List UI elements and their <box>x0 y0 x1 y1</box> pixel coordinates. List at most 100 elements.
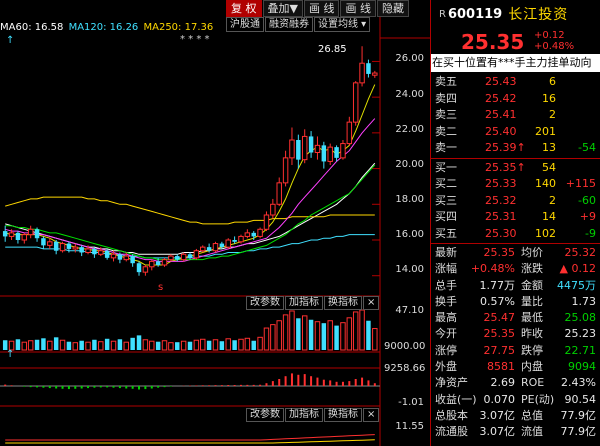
bid-row[interactable]: 买三 25.32 2 -60 <box>431 193 600 210</box>
bid-volume: 2 <box>549 193 556 207</box>
candle-body <box>187 254 193 258</box>
ask-price: 25.43 <box>485 75 517 88</box>
ask-book: 卖五 25.43 6 卖四 25.42 16 卖三 25.41 2 卖二 25.40 201 卖一 25.… <box>431 74 600 157</box>
add-indicator-button[interactable]: 加指标 <box>285 296 323 310</box>
hk-connect-button[interactable]: 沪股通 <box>226 17 264 32</box>
candle-body <box>296 140 301 160</box>
stat-label: 最新 <box>435 246 457 259</box>
candle-body <box>8 232 15 237</box>
candle-body <box>200 246 206 252</box>
arrow-marker-2: ↑ <box>6 349 14 360</box>
stock-name: 长江投资 <box>508 7 569 23</box>
switch-indicator-button-2[interactable]: 换指标 <box>324 408 362 422</box>
ask-label: 卖一 <box>435 141 457 154</box>
stat-value: 25.35 <box>483 246 516 259</box>
volume-axis-label: 47.10 <box>395 305 424 316</box>
candle-body <box>27 228 34 236</box>
volume-bar <box>212 339 219 351</box>
candle-body <box>85 248 91 254</box>
draw-line-button-2[interactable]: 画 线 <box>340 0 376 17</box>
switch-indicator-button[interactable]: 换指标 <box>324 296 362 310</box>
close-panel-button-2[interactable]: × <box>363 408 380 422</box>
candle-body <box>372 72 378 76</box>
candle-body <box>321 145 327 162</box>
change-params-button-2[interactable]: 改参数 <box>246 408 284 422</box>
quote-panel: R 600119 长江投资 25.35 +0.12 +0.48% 在买十位置有*… <box>430 0 600 446</box>
volume-bar <box>225 338 231 351</box>
candle-body <box>263 214 270 230</box>
ma-settings-button[interactable]: 设置均线 ▾ <box>314 17 371 32</box>
ask-label: 卖三 <box>435 108 457 121</box>
ask-row[interactable]: 卖一 25.39↑ 13 -54 <box>431 140 600 157</box>
signal-marker: s <box>158 282 163 293</box>
stat-label: 外盘 <box>435 360 457 374</box>
volume-bar <box>206 340 212 350</box>
ask-volume: 2 <box>549 108 556 121</box>
stat-label: 换手 <box>435 294 457 308</box>
ask-row[interactable]: 卖五 25.43 6 <box>431 74 600 91</box>
bid-row[interactable]: 买二 25.33 140 +115 <box>431 176 600 193</box>
change-params-button[interactable]: 改参数 <box>246 296 284 310</box>
ask-row[interactable]: 卖二 25.40 201 <box>431 124 600 141</box>
bid-label: 买二 <box>435 177 457 190</box>
bid-row[interactable]: 买五 25.30 102 -9 <box>431 226 600 243</box>
kline-chart[interactable]: 26.85 s * * * * ↑ ↑ <box>0 0 430 446</box>
volume-bar <box>142 339 149 351</box>
candle-body <box>308 136 314 153</box>
ask-row[interactable]: 卖四 25.42 16 <box>431 91 600 108</box>
volume-bar <box>110 340 117 351</box>
price-axis-label: 24.00 <box>395 89 424 100</box>
ma-legend: MA60: 16.58 MA120: 16.26 MA250: 17.36 <box>0 21 215 35</box>
candle-body <box>212 243 219 252</box>
stat-value: 25.32 <box>564 246 597 259</box>
kline-chart-area[interactable]: 26.85 s * * * * ↑ ↑ MA60: 16.58 MA120: 1… <box>0 0 430 446</box>
candle-body <box>238 235 244 243</box>
volume-bar <box>47 340 53 351</box>
stat-label: 今开 <box>435 327 457 341</box>
candle-body <box>142 266 149 273</box>
stat-label: 总手 <box>435 278 457 292</box>
candle-body <box>34 229 40 239</box>
stat-label: 最低 <box>521 311 543 325</box>
ticker-banner[interactable]: 在买十位置有***手主力挂单动向 <box>431 54 600 72</box>
volume-bar <box>270 324 276 351</box>
candle-body <box>155 261 161 265</box>
stats-row: 换手 0.57% 量比 1.73 <box>431 294 600 310</box>
price-row: 25.35 +0.12 +0.48% <box>431 28 600 54</box>
candle-body <box>72 246 79 250</box>
stock-header: R 600119 长江投资 <box>431 0 600 28</box>
draw-line-button[interactable]: 画 线 <box>303 0 340 17</box>
ask-row[interactable]: 卖三 25.41 2 <box>431 107 600 124</box>
candle-body <box>136 263 142 273</box>
candle-body <box>244 232 251 237</box>
volume-bar <box>200 338 206 351</box>
overlay-button[interactable]: 叠加▼ <box>262 0 303 17</box>
change-percent: +0.48% <box>534 41 575 52</box>
bid-volume: 102 <box>535 226 556 240</box>
margin-trading-button[interactable]: 融资融券 <box>265 17 313 32</box>
stat-label: 均价 <box>521 246 543 259</box>
candle-body <box>92 248 97 255</box>
close-panel-button[interactable]: × <box>363 296 380 310</box>
candle-body <box>225 239 231 248</box>
stat-label: 跌停 <box>521 343 543 357</box>
bid-price: 25.35↑ <box>485 160 526 174</box>
macd-axis-label: 9258.66 <box>384 363 426 374</box>
ask-volume: 201 <box>535 124 556 138</box>
volume-bar <box>238 338 244 351</box>
bid-row[interactable]: 买四 25.31 14 +9 <box>431 209 600 226</box>
volume-bar <box>85 341 91 351</box>
ask-volume: 16 <box>542 91 556 105</box>
stat-value: 0.070 <box>483 392 516 406</box>
candle-body <box>79 247 84 253</box>
stat-value: 9094 <box>568 360 596 374</box>
add-indicator-button-2[interactable]: 加指标 <box>285 408 323 422</box>
fuquan-button[interactable]: 复 权 <box>226 0 262 17</box>
volume-bar <box>123 341 130 351</box>
bid-row[interactable]: 买一 25.35↑ 54 <box>431 160 600 177</box>
bid-change: -60 <box>578 193 596 207</box>
bid-change: +115 <box>565 177 596 190</box>
candle-body <box>130 256 135 264</box>
kdj-line-k <box>5 434 375 441</box>
hide-button[interactable]: 隐藏 <box>376 0 409 17</box>
